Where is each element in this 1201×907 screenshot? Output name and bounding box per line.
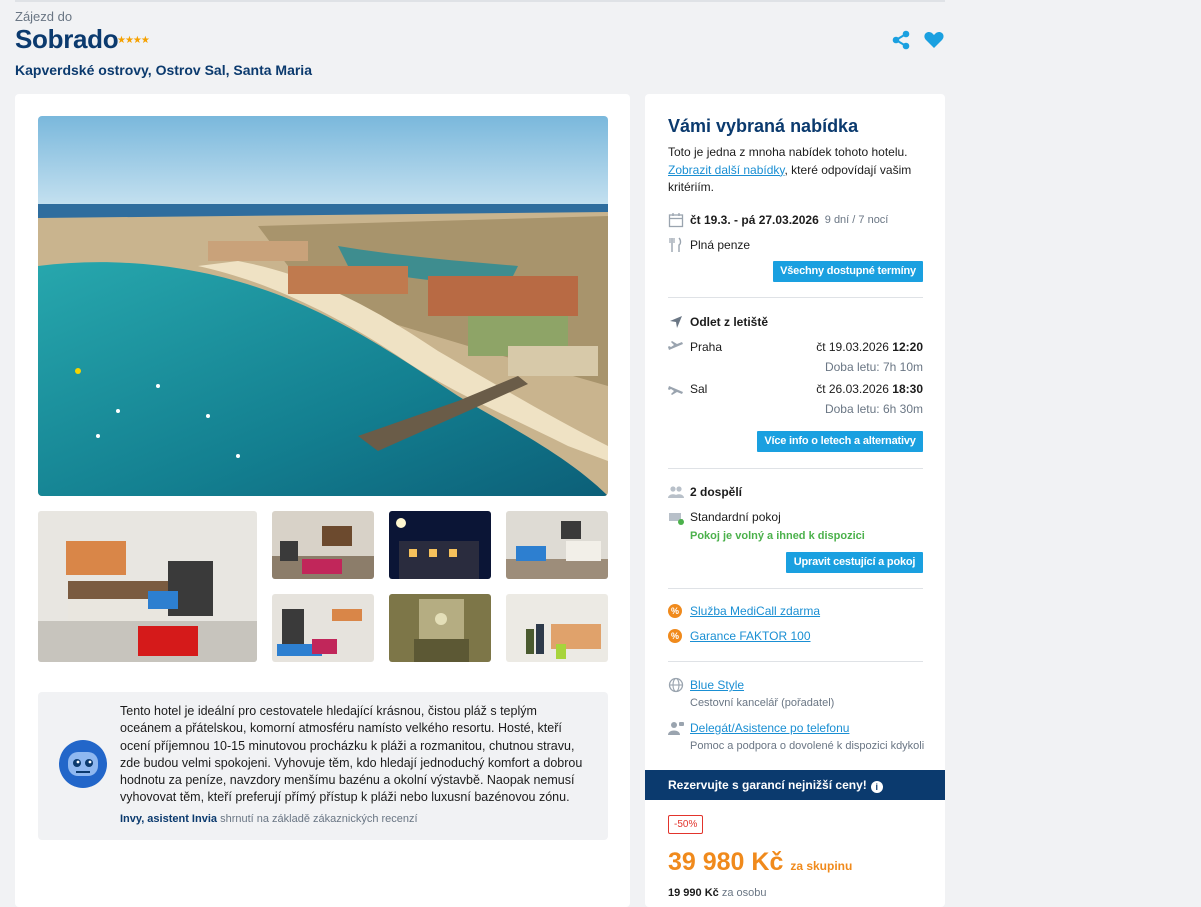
heart-icon[interactable] <box>923 29 945 51</box>
assistant-summary-box: Tento hotel je ideální pro cestovatele h… <box>38 692 608 840</box>
flights-heading-row: Odlet z letiště <box>668 314 768 330</box>
info-icon[interactable]: i <box>870 781 883 793</box>
navigation-arrow-icon <box>668 314 684 330</box>
outbound-time: 12:20 <box>892 340 923 354</box>
offer-intro: Toto je jedna z mnoha nabídek tohoto hot… <box>668 144 928 197</box>
divider <box>668 297 923 298</box>
people-icon <box>668 484 684 500</box>
outbound-duration: Doba letu: 7h 10m <box>824 360 923 374</box>
medicall-link[interactable]: Služba MediCall zdarma <box>690 604 820 618</box>
flights-heading: Odlet z letiště <box>690 315 769 329</box>
star-rating: ★★★★ <box>117 35 150 46</box>
delegate-note: Pomoc a podpora o dovolené k dispozici k… <box>690 740 925 752</box>
discount-badge: -50% <box>668 815 704 834</box>
divider <box>668 468 923 469</box>
assistant-name: Invy, asistent Invia <box>120 813 218 825</box>
total-price-note: za skupinu <box>790 859 853 873</box>
main-hotel-photo[interactable] <box>38 116 608 496</box>
assistant-summary-text: Tento hotel je ideální pro cestovatele h… <box>120 704 583 805</box>
per-person-note: za osobu <box>721 887 767 899</box>
outbound-date: čt 19.03.2026 <box>816 340 889 354</box>
thumbnail-room-2[interactable] <box>272 511 374 579</box>
inbound-flight-row: Sal <box>668 381 707 397</box>
per-person-price: 19 990 Kč za osobu <box>668 887 766 899</box>
offer-intro-text: Toto je jedna z mnoha nabídek tohoto hot… <box>668 145 908 159</box>
room-availability: Pokoj je volný a ihned k dispozici <box>690 530 865 542</box>
travellers-count: 2 dospělí <box>690 485 743 499</box>
delegate-link[interactable]: Delegát/Asistence po telefonu <box>690 721 849 735</box>
board-type: Plná penze <box>690 238 751 252</box>
price-guarantee-text: Rezervujte s garancí nejnižší ceny! <box>668 778 867 792</box>
offer-card: Vámi vybraná nabídka Toto je jedna z mno… <box>645 94 945 907</box>
calendar-icon <box>668 212 684 228</box>
agency-link[interactable]: Blue Style <box>690 678 744 692</box>
percent-badge-icon <box>668 629 682 643</box>
room-row: Standardní pokoj <box>668 509 781 525</box>
percent-badge-icon <box>668 604 682 618</box>
per-person-value: 19 990 Kč <box>668 887 719 899</box>
outbound-datetime: čt 19.03.2026 12:20 <box>816 340 923 354</box>
inbound-duration: Doba letu: 6h 30m <box>824 402 923 416</box>
flight-info-button[interactable]: Více info o letech a alternativy <box>757 431 923 452</box>
all-terms-button[interactable]: Všechny dostupné termíny <box>773 261 923 282</box>
divider <box>668 588 923 589</box>
faktor-link[interactable]: Garance FAKTOR 100 <box>690 629 811 643</box>
thumbnail-room-1[interactable] <box>38 511 257 662</box>
travellers-row: 2 dospělí <box>668 484 742 500</box>
total-price: 39 980 Kč za skupinu <box>668 848 852 877</box>
hotel-title: Sobrado <box>15 24 119 54</box>
globe-icon <box>668 677 684 693</box>
hotel-location-link[interactable]: Kapverdské ostrovy, Ostrov Sal, Santa Ma… <box>15 62 312 78</box>
thumbnail-night-exterior[interactable] <box>389 511 491 579</box>
divider <box>668 661 923 662</box>
medicall-row: Služba MediCall zdarma <box>668 604 820 618</box>
thumbnail-bathroom[interactable] <box>389 594 491 662</box>
share-icon[interactable] <box>890 29 912 51</box>
offer-duration: 9 dní / 7 nocí <box>824 214 889 226</box>
assistant-note: shrnutí na základě zákaznických recenzí <box>220 813 418 825</box>
thumbnail-reception[interactable] <box>506 594 608 662</box>
bed-icon <box>668 509 684 525</box>
cutlery-icon <box>668 237 684 253</box>
assistant-robot-icon <box>58 739 108 789</box>
delegate-row: Delegát/Asistence po telefonu <box>668 720 849 736</box>
agency-row: Blue Style <box>668 677 744 693</box>
agency-note: Cestovní kancelář (pořadatel) <box>690 697 835 709</box>
thumbnail-room-3[interactable] <box>506 511 608 579</box>
outbound-airport: Praha <box>690 340 723 354</box>
gallery-card: Tento hotel je ideální pro cestovatele h… <box>15 94 630 907</box>
assistant-attribution: Invy, asistent Invia shrnutí na základě … <box>120 813 418 825</box>
top-divider <box>15 0 945 2</box>
offer-dates-row: čt 19.3. - pá 27.03.2026 9 dní / 7 nocí <box>668 212 888 228</box>
inbound-date: čt 26.03.2026 <box>816 382 889 396</box>
faktor-row: Garance FAKTOR 100 <box>668 629 811 643</box>
plane-departure-icon <box>668 339 684 355</box>
price-guarantee-banner: Rezervujte s garancí nejnižší ceny! i <box>645 770 945 800</box>
inbound-airport: Sal <box>690 382 708 396</box>
more-offers-link[interactable]: Zobrazit další nabídky <box>668 163 785 177</box>
offer-dates: čt 19.3. - pá 27.03.2026 <box>690 213 819 227</box>
inbound-time: 18:30 <box>892 382 923 396</box>
outbound-flight-row: Praha <box>668 339 722 355</box>
plane-arrival-icon <box>668 381 684 397</box>
total-price-value: 39 980 Kč <box>668 848 784 876</box>
inbound-datetime: čt 26.03.2026 18:30 <box>816 382 923 396</box>
edit-room-button[interactable]: Upravit cestující a pokoj <box>786 552 923 573</box>
support-agent-icon <box>668 720 684 736</box>
thumbnail-room-4[interactable] <box>272 594 374 662</box>
room-type: Standardní pokoj <box>690 510 781 524</box>
board-row: Plná penze <box>668 237 750 253</box>
offer-title: Vámi vybraná nabídka <box>668 116 859 136</box>
page-pretitle: Zájezd do <box>15 9 73 24</box>
